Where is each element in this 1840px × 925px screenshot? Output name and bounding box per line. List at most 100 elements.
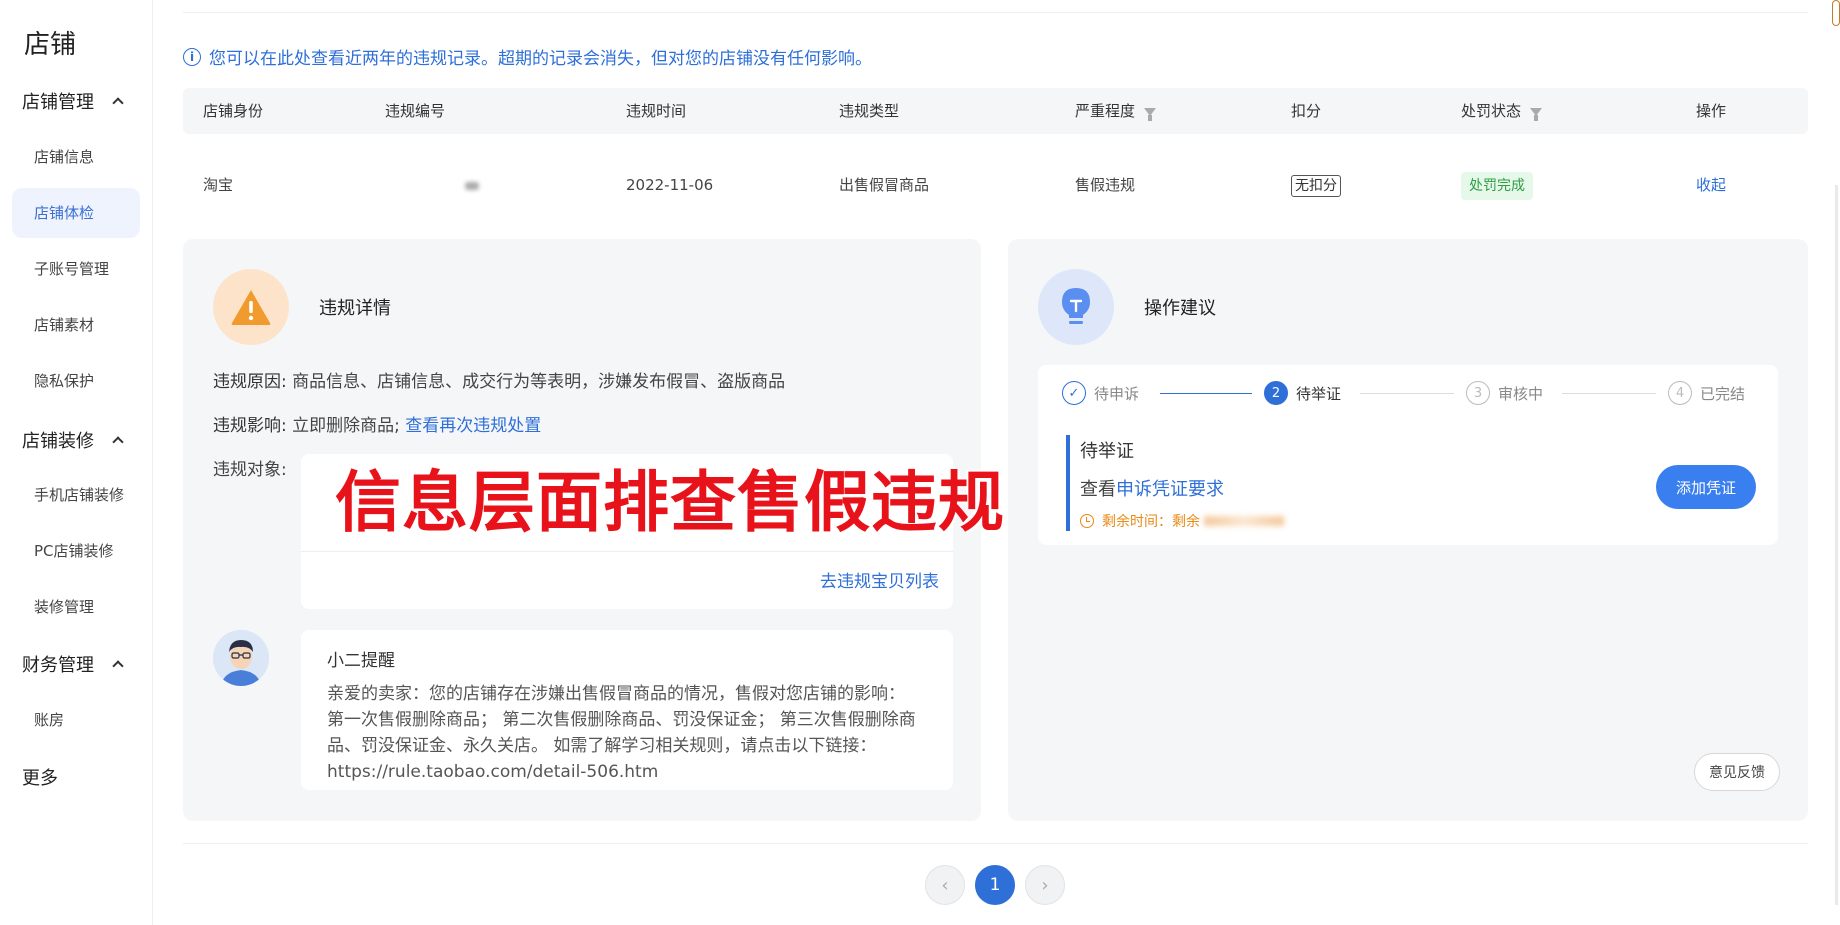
evidence-prefix: 查看 <box>1080 479 1116 500</box>
scrollbar[interactable] <box>1828 0 1840 925</box>
column-header-shop-identity: 店铺身份 <box>203 102 264 120</box>
sidebar-title: 店铺 <box>24 30 77 60</box>
column-header-action: 操作 <box>1696 102 1727 120</box>
page-button-current[interactable]: 1 <box>975 865 1015 905</box>
step-connector <box>1562 393 1656 394</box>
reminder-body: 亲爱的卖家：您的店铺存在涉嫌出售假冒商品的情况，售假对您店铺的影响： 第一次售假… <box>327 684 916 782</box>
evidence-requirement-link[interactable]: 申诉凭证要求 <box>1116 479 1224 500</box>
sidebar-item-shop-info[interactable]: 店铺信息 <box>12 132 140 182</box>
sidebar-item-accounts[interactable]: 账房 <box>12 695 140 745</box>
step-label: 审核中 <box>1498 384 1544 403</box>
info-icon: i <box>183 47 201 66</box>
cell-violation-id <box>385 162 479 208</box>
prev-page-button[interactable]: ‹ <box>925 865 965 905</box>
page: 店铺 店铺管理 店铺信息 店铺体检 子账号管理 店铺素材 隐私保护 店铺装修 手… <box>0 0 1840 925</box>
cell-severity: 售假违规 <box>1075 176 1136 194</box>
sidebar-item-pc-decoration[interactable]: PC店铺装修 <box>12 526 140 576</box>
bulb-icon <box>1062 288 1090 324</box>
main-content: i 您可以在此处查看近两年的违规记录。超期的记录会消失，但对您的店铺没有任何影响… <box>183 0 1808 925</box>
next-page-button[interactable]: › <box>1025 865 1065 905</box>
warning-icon <box>213 269 289 345</box>
column-header-label: 处罚状态 <box>1461 102 1522 120</box>
cell-shop-identity: 淘宝 <box>203 176 234 194</box>
repeat-violation-link[interactable]: 查看再次违规处置 <box>405 416 541 436</box>
progress-card: ✓ 待申诉 2 待举证 3 审核中 4 已完结 待举证 查看申诉凭证要求 剩余时… <box>1038 365 1778 545</box>
step-number: 4 <box>1668 381 1692 405</box>
panel-title: 操作建议 <box>1144 298 1216 319</box>
sidebar-item-mobile-decoration[interactable]: 手机店铺装修 <box>12 470 140 520</box>
sidebar-item-privacy[interactable]: 隐私保护 <box>12 356 140 406</box>
sidebar-group-label: 店铺装修 <box>22 431 94 452</box>
step-number: 3 <box>1466 381 1490 405</box>
step-label: 已完结 <box>1700 384 1746 403</box>
avatar <box>213 630 269 686</box>
filter-icon[interactable] <box>1530 107 1543 121</box>
column-header-severity[interactable]: 严重程度 <box>1075 88 1157 134</box>
sidebar-group-finance[interactable]: 财务管理 <box>22 651 124 677</box>
reminder-title: 小二提醒 <box>327 651 395 671</box>
chevron-up-icon <box>112 436 124 448</box>
step-evidence: 2 待举证 <box>1264 381 1341 405</box>
divider <box>301 551 953 552</box>
violation-impact: 违规影响: 立即删除商品; 查看再次违规处置 <box>213 411 541 436</box>
violation-reason: 违规原因: 商品信息、店铺信息、成交行为等表明，涉嫌发布假冒、盗版商品 <box>213 367 785 392</box>
step-label: 待举证 <box>1296 384 1342 403</box>
remaining-time-text: 剩余时间：剩余 <box>1102 514 1200 530</box>
panel-header: 操作建议 <box>1038 269 1216 345</box>
sidebar-item-shop-materials[interactable]: 店铺素材 <box>12 300 140 350</box>
sidebar-more[interactable]: 更多 <box>22 764 58 790</box>
table-row: 淘宝 2022-11-06 出售假冒商品 售假违规 无扣分 处罚完成 收起 <box>183 162 1808 208</box>
scrollbar-thumb[interactable] <box>1832 0 1840 26</box>
status-badge: 处罚完成 <box>1461 172 1533 200</box>
sidebar-group-shop-decoration[interactable]: 店铺装修 <box>22 427 124 453</box>
blurred-time <box>1204 516 1284 526</box>
panel-title: 违规详情 <box>319 298 391 319</box>
table-header: 店铺身份 违规编号 违规时间 违规类型 严重程度 扣分 处罚状态 操作 <box>183 88 1808 134</box>
step-connector <box>1360 393 1454 394</box>
column-header-status[interactable]: 处罚状态 <box>1461 88 1543 134</box>
violation-items-link[interactable]: 去违规宝贝列表 <box>820 567 939 592</box>
feedback-button[interactable]: 意见反馈 <box>1694 753 1780 791</box>
panel-header: 违规详情 <box>213 269 391 345</box>
evidence-section: 待举证 查看申诉凭证要求 剩余时间：剩余 <box>1066 435 1756 531</box>
operation-advice-panel: 操作建议 ✓ 待申诉 2 待举证 3 审核中 4 已完结 待举证 查看申诉凭证要… <box>1008 239 1808 821</box>
step-connector <box>1160 393 1252 394</box>
sidebar-group-shop-management[interactable]: 店铺管理 <box>22 88 124 114</box>
sidebar-item-decoration-management[interactable]: 装修管理 <box>12 582 140 632</box>
divider <box>183 12 1808 13</box>
warning-triangle-icon <box>231 290 271 325</box>
sidebar-item-shop-checkup[interactable]: 店铺体检 <box>12 188 140 238</box>
add-evidence-button[interactable]: 添加凭证 <box>1656 465 1756 509</box>
cell-violation-type: 出售假冒商品 <box>839 176 930 194</box>
column-header-label: 严重程度 <box>1075 102 1136 120</box>
collapse-link[interactable]: 收起 <box>1696 162 1726 208</box>
deduction-tag: 无扣分 <box>1291 175 1341 197</box>
column-header-violation-id: 违规编号 <box>385 102 446 120</box>
reason-text: 商品信息、店铺信息、成交行为等表明，涉嫌发布假冒、盗版商品 <box>292 372 786 392</box>
notice-text: 您可以在此处查看近两年的违规记录。超期的记录会消失，但对您的店铺没有任何影响。 <box>209 49 872 69</box>
check-icon: ✓ <box>1062 381 1086 405</box>
sidebar-group-label: 财务管理 <box>22 655 94 676</box>
column-header-violation-time: 违规时间 <box>626 102 687 120</box>
pagination: ‹ 1 › <box>925 865 1065 905</box>
scrollbar-rail <box>1835 185 1838 905</box>
step-number: 2 <box>1264 381 1288 405</box>
chevron-up-icon <box>112 660 124 672</box>
sidebar-group-label: 店铺管理 <box>22 92 94 113</box>
chevron-up-icon <box>112 97 124 109</box>
violation-object-label: 违规对象: <box>213 460 287 480</box>
filter-icon[interactable] <box>1144 107 1157 121</box>
cell-status: 处罚完成 <box>1461 162 1533 208</box>
sidebar: 店铺 店铺管理 店铺信息 店铺体检 子账号管理 店铺素材 隐私保护 店铺装修 手… <box>0 0 153 925</box>
blurred-id <box>465 181 479 190</box>
evidence-requirement: 查看申诉凭证要求 <box>1080 475 1756 501</box>
remaining-time: 剩余时间：剩余 <box>1080 511 1756 531</box>
step-appeal: ✓ 待申诉 <box>1062 381 1139 405</box>
sidebar-item-subaccounts[interactable]: 子账号管理 <box>12 244 140 294</box>
clock-icon <box>1080 514 1094 528</box>
cell-violation-time: 2022-11-06 <box>626 176 714 194</box>
cell-deduction: 无扣分 <box>1291 162 1341 208</box>
impact-text: 立即删除商品; <box>292 416 400 436</box>
lightbulb-icon <box>1038 269 1114 345</box>
evidence-title: 待举证 <box>1080 441 1134 462</box>
